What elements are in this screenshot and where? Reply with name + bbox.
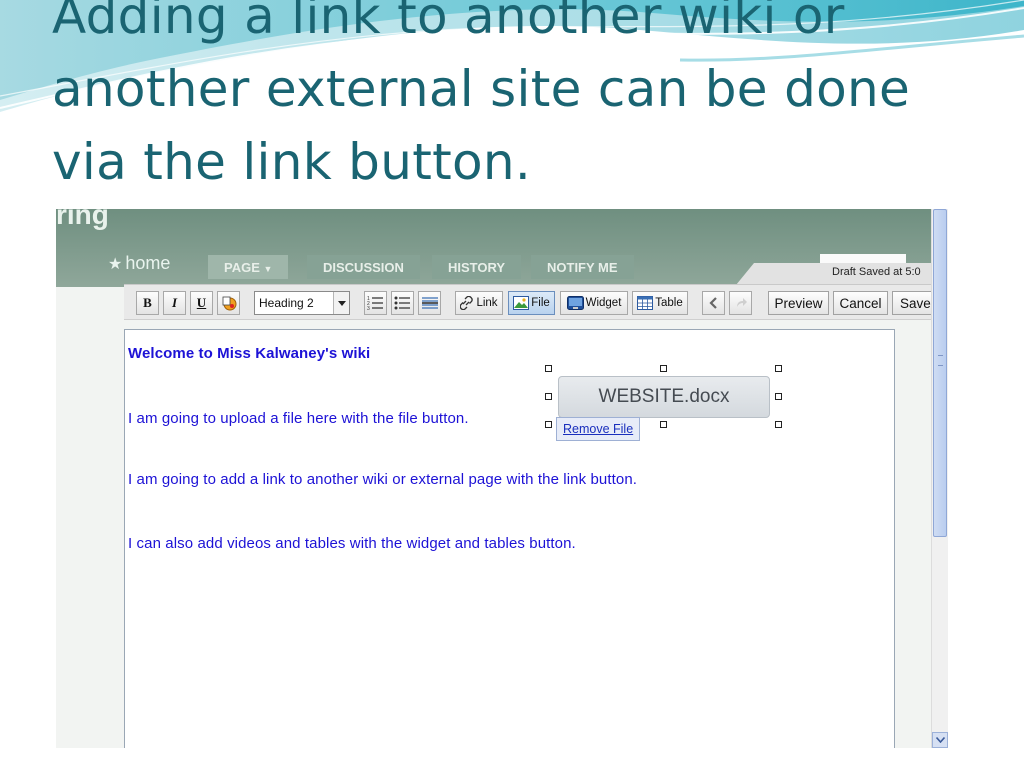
underline-label: U [196, 295, 207, 310]
tab-notify-me[interactable]: NOTIFY ME [531, 255, 634, 279]
grip-icon [938, 355, 943, 366]
file-button[interactable]: File [508, 291, 555, 315]
italic-button[interactable]: I [163, 291, 186, 315]
widget-button-label: Widget [585, 297, 622, 309]
editor-area[interactable]: Welcome to Miss Kalwaney's wiki I am goi… [124, 329, 895, 748]
text-color-button[interactable] [217, 291, 240, 315]
resize-handle[interactable] [545, 421, 552, 428]
bold-button[interactable]: B [136, 291, 159, 315]
tab-history[interactable]: HISTORY [432, 255, 522, 279]
link-button-label: Link [476, 297, 498, 309]
remove-file-link[interactable]: Remove File [556, 417, 641, 441]
preview-button[interactable]: Preview [768, 291, 829, 315]
resize-handle[interactable] [775, 421, 782, 428]
scroll-down-button[interactable] [932, 732, 948, 748]
cancel-button[interactable]: Cancel [833, 291, 888, 315]
link-icon [460, 296, 474, 310]
horizontal-rule-icon [421, 297, 438, 309]
resize-handle[interactable] [775, 365, 782, 372]
widget-button[interactable]: Widget [560, 291, 628, 315]
format-select-value: Heading 2 [259, 296, 314, 310]
underline-button[interactable]: U [190, 291, 213, 315]
resize-handle[interactable] [660, 365, 667, 372]
editor-toolbar: B I U Heading 2 123 Link File Widget Tab… [124, 284, 948, 320]
scrollbar-thumb[interactable] [933, 209, 947, 537]
editor-heading: Welcome to Miss Kalwaney's wiki [128, 345, 371, 362]
horizontal-rule-button[interactable] [418, 291, 441, 315]
redo-icon [736, 298, 747, 307]
home-link-label: home [125, 253, 171, 273]
bullet-list-button[interactable] [391, 291, 414, 315]
redo-button[interactable] [729, 291, 752, 315]
editor-line: I am going to add a link to another wiki… [128, 471, 638, 488]
format-select[interactable]: Heading 2 [254, 291, 350, 315]
editor-line: I am going to upload a file here with th… [128, 410, 469, 427]
numbered-list-button[interactable]: 123 [364, 291, 387, 315]
tab-page-label: PAGE [224, 260, 260, 275]
chevron-down-icon [333, 292, 349, 314]
wiki-screenshot: ring ★ home PAGE ▼ DISCUSSION HISTORY NOT… [56, 209, 948, 748]
editor-line: I can also add videos and tables with th… [128, 535, 576, 552]
slide-title: Adding a link to another wiki or another… [52, 0, 911, 191]
resize-handle[interactable] [775, 393, 782, 400]
bullet-list-icon [394, 296, 410, 310]
widget-icon [566, 296, 584, 310]
image-icon [513, 296, 530, 310]
file-button-label: File [531, 297, 550, 309]
resize-handle[interactable] [545, 393, 552, 400]
tab-discussion[interactable]: DISCUSSION [307, 255, 420, 279]
resize-handle[interactable] [545, 365, 552, 372]
numbered-list-icon: 123 [367, 296, 383, 311]
star-icon: ★ [108, 256, 123, 273]
italic-label: I [171, 295, 178, 310]
file-attachment[interactable]: WEBSITE.docx [558, 376, 770, 418]
text-color-icon [222, 296, 236, 311]
chevron-down-icon [935, 737, 945, 743]
table-icon [637, 296, 654, 310]
wiki-name: ring [56, 209, 109, 230]
undo-button[interactable] [702, 291, 725, 315]
draft-status: Draft Saved at 5:0 [832, 266, 921, 278]
table-button-label: Table [655, 297, 683, 309]
resize-handle[interactable] [660, 421, 667, 428]
tab-page[interactable]: PAGE ▼ [208, 255, 289, 279]
undo-icon [708, 297, 717, 309]
bold-label: B [143, 295, 152, 310]
vertical-scrollbar[interactable] [931, 209, 948, 748]
link-button[interactable]: Link [455, 291, 503, 315]
chevron-down-icon: ▼ [263, 264, 273, 274]
svg-text:3: 3 [367, 306, 370, 311]
table-button[interactable]: Table [632, 291, 688, 315]
home-link[interactable]: ★ home [108, 253, 170, 274]
